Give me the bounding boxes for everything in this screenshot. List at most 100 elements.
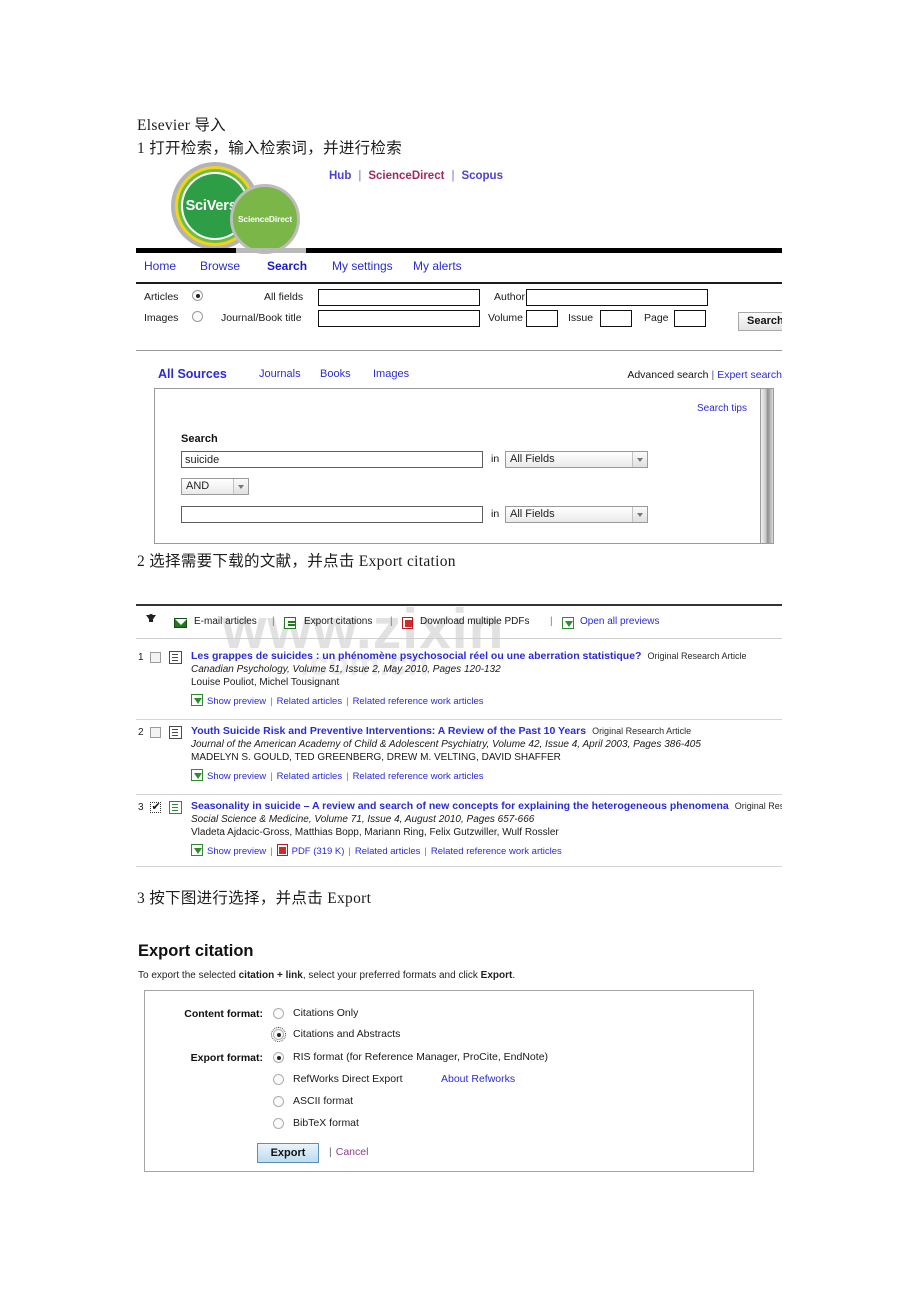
nav-bottom-rule: [136, 282, 782, 284]
radio-ris-format[interactable]: [273, 1052, 284, 1063]
boolean-operator-select[interactable]: AND: [181, 478, 249, 495]
doc-step-3: 3 按下图进行选择，并点击 Export: [137, 890, 372, 907]
about-refworks-link[interactable]: About Refworks: [441, 1073, 515, 1085]
result-divider: [136, 794, 782, 795]
search-mode-divider: |: [711, 369, 715, 381]
result-title[interactable]: Youth Suicide Risk and Preventive Interv…: [191, 725, 691, 737]
show-preview-link[interactable]: Show preview: [207, 771, 266, 782]
field-select-1[interactable]: All Fields: [505, 451, 648, 468]
search-sciencedirect-button[interactable]: Search Sci: [738, 312, 782, 331]
related-articles-link[interactable]: Related articles: [355, 846, 420, 857]
radio-bibtex-format[interactable]: [273, 1118, 284, 1129]
result-authors: Louise Pouliot, Michel Tousignant: [191, 677, 340, 688]
open-all-previews-action[interactable]: Open all previews: [562, 616, 659, 629]
radio-citations-and-abstracts[interactable]: [271, 1027, 286, 1042]
result-title[interactable]: Les grappes de suicides : un phénomène p…: [191, 650, 747, 662]
panel-scrollbar[interactable]: [760, 389, 773, 543]
search-bottom-rule: [136, 350, 782, 351]
input-page[interactable]: [674, 310, 706, 327]
label-ascii-format: ASCII format: [293, 1095, 354, 1107]
result-actions: Show preview | Related articles | Related re…: [191, 692, 484, 707]
label-articles: Articles: [144, 291, 179, 303]
related-reference-work-link[interactable]: Related reference work articles: [353, 771, 484, 782]
sciencedirect-bubble[interactable]: ScienceDirect: [230, 184, 300, 254]
nav-item-search[interactable]: Search: [267, 259, 307, 273]
search-term-input-2[interactable]: [181, 506, 483, 523]
label-citations-only: Citations Only: [293, 1007, 359, 1019]
export-citations-action[interactable]: Export citations: [284, 616, 372, 629]
header-black-bar: [136, 248, 782, 253]
sciverse-logo[interactable]: SciVerse ScienceDirect: [155, 160, 345, 256]
radio-citations-only[interactable]: [273, 1008, 284, 1019]
radio-ascii-format[interactable]: [273, 1096, 284, 1107]
show-preview-link[interactable]: Show preview: [207, 846, 266, 857]
export-citation-intro: To export the selected citation + link, …: [138, 970, 515, 981]
search-term-input-1[interactable]: suicide: [181, 451, 483, 468]
related-reference-work-link[interactable]: Related reference work articles: [431, 846, 562, 857]
label-ris-format: RIS format (for Reference Manager, ProCi…: [293, 1051, 549, 1063]
show-preview-link[interactable]: Show preview: [207, 696, 266, 707]
export-options-box: Content format: Citations Only Citations…: [144, 990, 754, 1172]
export-icon: [284, 617, 296, 629]
result-title[interactable]: Seasonality in suicide – A review and se…: [191, 800, 782, 812]
preview-icon: [562, 617, 574, 629]
cancel-link[interactable]: Cancel: [336, 1146, 369, 1158]
email-articles-action[interactable]: E-mail articles: [174, 616, 257, 628]
radio-images[interactable]: [192, 311, 203, 322]
toplink-sep-1: |: [358, 170, 362, 182]
link-search-tips[interactable]: Search tips: [697, 403, 747, 414]
result-checkbox[interactable]: [150, 800, 161, 813]
input-journal-book-title[interactable]: [318, 310, 480, 327]
result-checkbox[interactable]: [150, 727, 161, 738]
link-sciencedirect[interactable]: ScienceDirect: [368, 170, 444, 182]
label-page: Page: [644, 312, 669, 324]
document-page: Elsevier 导入 1 打开检索，输入检索词，并进行检索 2 选择需要下载的…: [0, 0, 920, 1302]
nav-item-browse[interactable]: Browse: [200, 259, 240, 273]
in-label-1: in: [491, 453, 500, 465]
field-select-1-value: All Fields: [510, 453, 555, 465]
input-issue[interactable]: [600, 310, 632, 327]
related-articles-link[interactable]: Related articles: [277, 771, 342, 782]
link-scopus[interactable]: Scopus: [461, 170, 503, 182]
export-button[interactable]: Export: [257, 1143, 319, 1163]
related-reference-work-link[interactable]: Related reference work articles: [353, 696, 484, 707]
link-hub[interactable]: Hub: [329, 170, 351, 182]
doc-step-2: 2 选择需要下载的文献，并点击 Export citation: [137, 553, 456, 570]
label-images: Images: [144, 312, 179, 324]
link-advanced-search[interactable]: Advanced search: [627, 369, 708, 381]
radio-refworks-direct-export[interactable]: [273, 1074, 284, 1085]
tab-images[interactable]: Images: [373, 368, 409, 380]
quick-search-form: Articles Images All fields Journal/Book …: [136, 288, 782, 340]
tab-books[interactable]: Books: [320, 368, 351, 380]
download-multiple-pdfs-action[interactable]: Download multiple PDFs: [402, 616, 530, 629]
result-title-text: Youth Suicide Risk and Preventive Interv…: [191, 725, 587, 737]
tab-journals[interactable]: Journals: [259, 368, 301, 380]
nav-item-my-alerts[interactable]: My alerts: [413, 259, 462, 273]
label-author: Author: [494, 291, 525, 303]
link-expert-search[interactable]: Expert search: [717, 369, 782, 381]
intro-part-c: , select your preferred formats and clic…: [302, 970, 481, 981]
pdf-link[interactable]: PDF (319 K): [292, 846, 345, 857]
related-articles-link[interactable]: Related articles: [277, 696, 342, 707]
tab-all-sources[interactable]: All Sources: [158, 367, 227, 381]
toolbar-sep-3: |: [550, 616, 553, 627]
article-icon: [169, 726, 182, 739]
intro-part-a: To export the selected: [138, 970, 239, 981]
intro-part-e: .: [512, 970, 516, 981]
input-all-fields[interactable]: [318, 289, 480, 306]
chevron-down-icon: [632, 452, 647, 467]
input-volume[interactable]: [526, 310, 558, 327]
doc-step-1: 1 打开检索，输入检索词，并进行检索: [137, 140, 403, 157]
article-icon: [169, 651, 182, 664]
nav-item-my-settings[interactable]: My settings: [332, 259, 393, 273]
radio-articles[interactable]: [192, 290, 203, 301]
result-number: 3: [138, 802, 144, 813]
pdf-icon: [276, 844, 288, 856]
input-author[interactable]: [526, 289, 708, 306]
result-checkbox[interactable]: [150, 652, 161, 663]
header-bar-gap: [236, 248, 306, 253]
field-select-2-value: All Fields: [510, 508, 555, 520]
action-sep: |: [346, 696, 349, 707]
nav-item-home[interactable]: Home: [144, 259, 176, 273]
field-select-2[interactable]: All Fields: [505, 506, 648, 523]
